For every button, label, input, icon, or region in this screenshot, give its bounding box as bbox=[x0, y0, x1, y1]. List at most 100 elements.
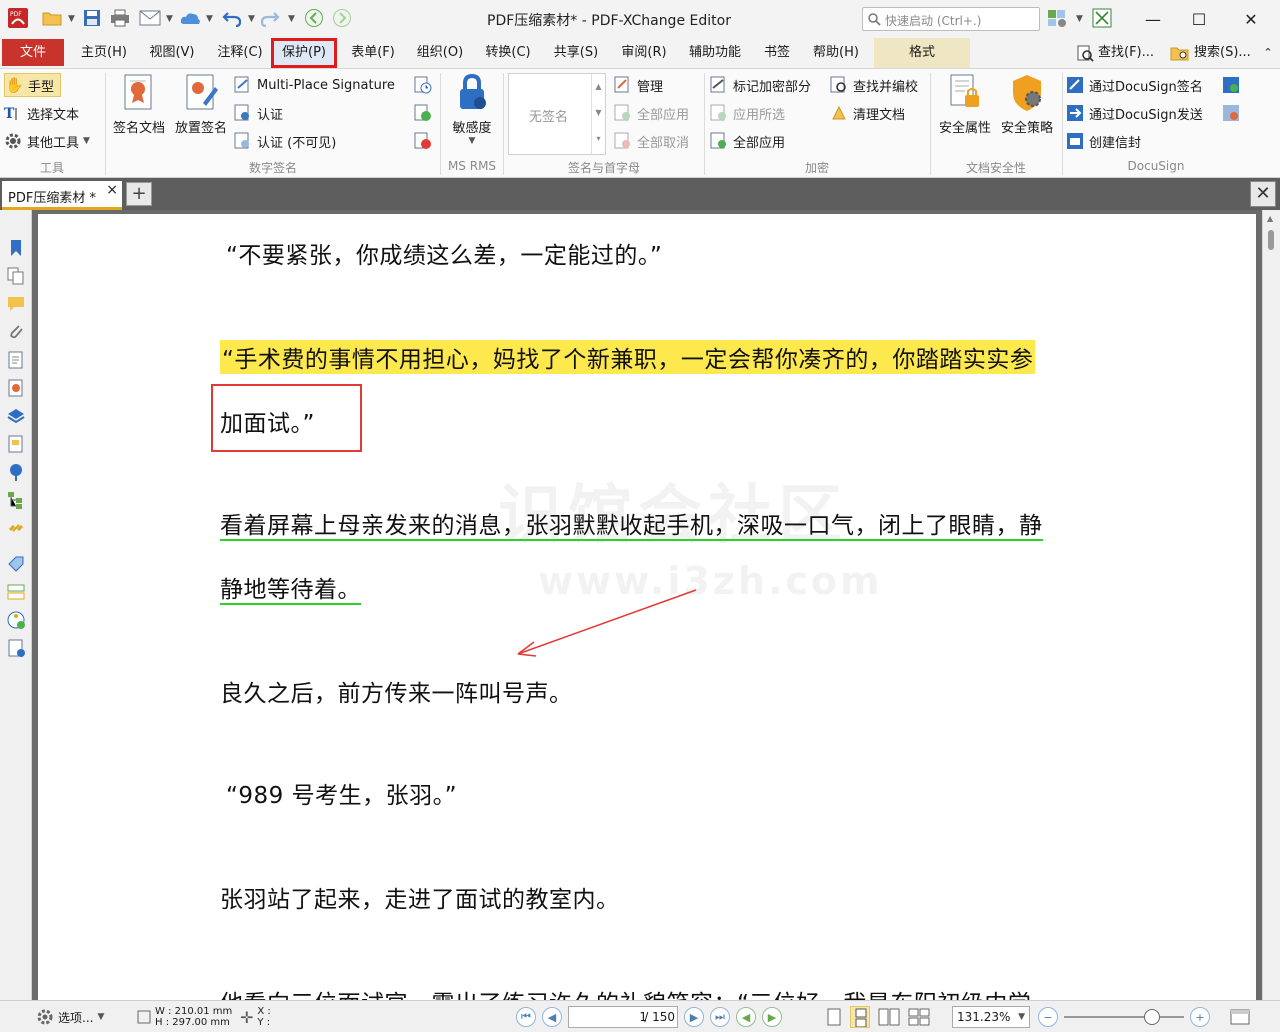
fullscreen-icon[interactable] bbox=[1090, 6, 1114, 30]
highlighted-line[interactable]: “手术费的事情不用担心，妈找了个新兼职，一定会帮你凑齐的，你踏踏实实参 bbox=[220, 340, 1036, 374]
gallery-scroll[interactable]: ▲ ▼ ▾ bbox=[591, 74, 605, 154]
page-properties-icon[interactable] bbox=[6, 350, 26, 370]
first-page-icon[interactable]: ⏮ bbox=[516, 1007, 536, 1027]
zoom-select[interactable]: 131.23% ▼ bbox=[952, 1001, 1030, 1032]
apply-all-signatures-button[interactable]: 全部应用 bbox=[614, 101, 689, 125]
security-properties-button[interactable]: 安全属性 bbox=[934, 73, 996, 136]
destinations-panel-icon[interactable] bbox=[6, 462, 26, 482]
options-button[interactable]: 选项... ▼ bbox=[36, 1001, 104, 1032]
customize-ui-icon[interactable] bbox=[1046, 6, 1070, 30]
thumbnails-panel-icon[interactable] bbox=[6, 266, 26, 286]
close-tab-icon[interactable]: × bbox=[106, 182, 118, 198]
zoom-out-icon[interactable]: − bbox=[1038, 1007, 1058, 1027]
collapse-ribbon-icon[interactable]: ⌃ bbox=[1258, 38, 1278, 68]
security-policy-button[interactable]: 安全策略 bbox=[996, 73, 1058, 136]
previous-view-icon[interactable]: ◀ bbox=[736, 1007, 756, 1027]
tab-format[interactable]: 格式 bbox=[874, 38, 970, 68]
links-panel-icon[interactable] bbox=[6, 518, 26, 538]
continuous-page-icon[interactable] bbox=[850, 1006, 870, 1028]
content-panel-icon[interactable] bbox=[6, 434, 26, 454]
underlined-line[interactable]: 静地等待着。 bbox=[220, 570, 361, 605]
timestamp-button[interactable] bbox=[414, 73, 437, 97]
structure-panel-icon[interactable] bbox=[6, 490, 26, 510]
close-window-button[interactable]: ✕ bbox=[1228, 4, 1274, 34]
fields-panel-icon[interactable] bbox=[6, 582, 26, 602]
new-tab-button[interactable]: + bbox=[126, 182, 152, 206]
next-page-icon[interactable]: ▶ bbox=[684, 1007, 704, 1027]
hand-tool-button[interactable]: ✋ 手型 bbox=[4, 73, 62, 97]
scrollbar-thumb[interactable] bbox=[1268, 230, 1274, 250]
tab-comment[interactable]: 注释(C) bbox=[208, 38, 272, 68]
tab-bookmarks[interactable]: 书签 bbox=[754, 38, 800, 68]
previous-page-icon[interactable]: ◀ bbox=[542, 1007, 562, 1027]
maximize-button[interactable]: ☐ bbox=[1176, 4, 1222, 34]
create-envelope-button[interactable]: 创建信封 bbox=[1066, 129, 1141, 153]
manage-signatures-button[interactable]: 管理 bbox=[614, 73, 663, 97]
sign-document-button[interactable]: 签名文档 bbox=[108, 73, 170, 136]
document-canvas[interactable]: 识馆会社区 www.i3zh.com “不要紧张，你成绩这么差，一定能过的。” … bbox=[32, 210, 1262, 1000]
tab-accessibility[interactable]: 辅助功能 bbox=[680, 38, 750, 68]
tab-organize[interactable]: 组织(O) bbox=[408, 38, 472, 68]
accessibility-panel-icon[interactable] bbox=[6, 610, 26, 630]
tab-protect[interactable]: 保护(P) bbox=[271, 38, 337, 68]
tab-view[interactable]: 视图(V) bbox=[140, 38, 204, 68]
zoom-slider[interactable] bbox=[1064, 1007, 1184, 1027]
panel-toggle-icon[interactable] bbox=[1230, 1001, 1250, 1032]
select-text-button[interactable]: T 选择文本 bbox=[4, 101, 79, 125]
minimize-button[interactable]: — bbox=[1130, 4, 1176, 34]
multi-place-signature-button[interactable]: Multi-Place Signature bbox=[234, 73, 395, 97]
docusign-sign-button[interactable]: 通过DocuSign签名 bbox=[1066, 73, 1203, 97]
page-number-input[interactable]: 1 / 150 bbox=[568, 1006, 678, 1028]
docusign-send-button[interactable]: 通过DocuSign发送 bbox=[1066, 101, 1203, 125]
vertical-scrollbar[interactable]: ▲ bbox=[1262, 210, 1280, 1000]
underlined-line[interactable]: 看着屏幕上母亲发来的消息，张羽默默收起手机，深吸一口气，闭上了眼睛，静 bbox=[220, 506, 1043, 541]
signatures-panel-icon[interactable] bbox=[6, 378, 26, 398]
pdf-page[interactable]: 识馆会社区 www.i3zh.com “不要紧张，你成绩这么差，一定能过的。” … bbox=[38, 214, 1256, 1000]
clear-signatures-button[interactable] bbox=[414, 129, 437, 153]
sensitivity-button[interactable]: 敏感度 ▼ bbox=[444, 73, 500, 146]
find-button[interactable]: 查找(F)... bbox=[1076, 38, 1166, 68]
docusign-status-button[interactable] bbox=[1222, 73, 1245, 97]
tab-home[interactable]: 主页(H) bbox=[72, 38, 136, 68]
document-tab[interactable]: PDF压缩素材 * × bbox=[2, 181, 122, 210]
tab-share[interactable]: 共享(S) bbox=[544, 38, 608, 68]
layers-panel-icon[interactable] bbox=[6, 406, 26, 426]
next-view-icon[interactable]: ▶ bbox=[762, 1007, 782, 1027]
certify-button[interactable]: 认证 bbox=[234, 101, 283, 125]
facing-pages-icon[interactable] bbox=[878, 1008, 900, 1026]
validate-signatures-button[interactable] bbox=[414, 101, 437, 125]
mark-redaction-button[interactable]: 标记加密部分 bbox=[710, 73, 811, 97]
tab-file[interactable]: 文件 bbox=[2, 39, 64, 66]
docusign-settings-button[interactable] bbox=[1222, 101, 1245, 125]
tab-form[interactable]: 表单(F) bbox=[342, 38, 404, 68]
arrow-annotation[interactable] bbox=[508, 584, 708, 664]
tab-help[interactable]: 帮助(H) bbox=[804, 38, 868, 68]
apply-selected-button[interactable]: 应用所选 bbox=[710, 101, 785, 125]
close-document-button[interactable]: ✕ bbox=[1250, 181, 1276, 207]
rectangle-annotation[interactable] bbox=[211, 384, 362, 452]
quick-launch-search-input[interactable]: 快速启动 (Ctrl+.) bbox=[862, 7, 1040, 31]
scroll-up-icon[interactable]: ▲ bbox=[1267, 214, 1273, 223]
comments-panel-icon[interactable] bbox=[6, 294, 26, 314]
bookmarks-panel-icon[interactable] bbox=[6, 238, 26, 258]
apply-all-redactions-button[interactable]: 全部应用 bbox=[710, 129, 785, 153]
tab-convert[interactable]: 转换(C) bbox=[476, 38, 540, 68]
search-button[interactable]: 搜索(S)... bbox=[1170, 38, 1254, 68]
sanitize-document-button[interactable]: 清理文档 bbox=[830, 101, 905, 125]
last-page-icon[interactable]: ⏭ bbox=[710, 1007, 730, 1027]
customize-dropdown-icon[interactable]: ▼ bbox=[1076, 14, 1083, 24]
zoom-slider-thumb[interactable] bbox=[1144, 1009, 1160, 1025]
other-tools-button[interactable]: 其他工具 ▼ bbox=[4, 129, 90, 153]
continuous-facing-icon[interactable] bbox=[908, 1008, 930, 1026]
signature-gallery[interactable]: 无签名 ▲ ▼ ▾ bbox=[508, 73, 606, 155]
tags-panel-icon[interactable] bbox=[6, 554, 26, 574]
tab-review[interactable]: 审阅(R) bbox=[612, 38, 676, 68]
info-panel-icon[interactable] bbox=[6, 638, 26, 658]
zoom-in-icon[interactable]: + bbox=[1190, 1007, 1210, 1027]
attachments-panel-icon[interactable] bbox=[6, 322, 26, 342]
find-and-redact-button[interactable]: 查找并编校 bbox=[830, 73, 918, 97]
certify-invisible-button[interactable]: 认证 (不可见) bbox=[234, 129, 336, 153]
single-page-icon[interactable] bbox=[826, 1008, 842, 1026]
place-signature-button[interactable]: 放置签名 bbox=[170, 73, 232, 136]
cancel-all-signatures-button[interactable]: 全部取消 bbox=[614, 129, 689, 153]
